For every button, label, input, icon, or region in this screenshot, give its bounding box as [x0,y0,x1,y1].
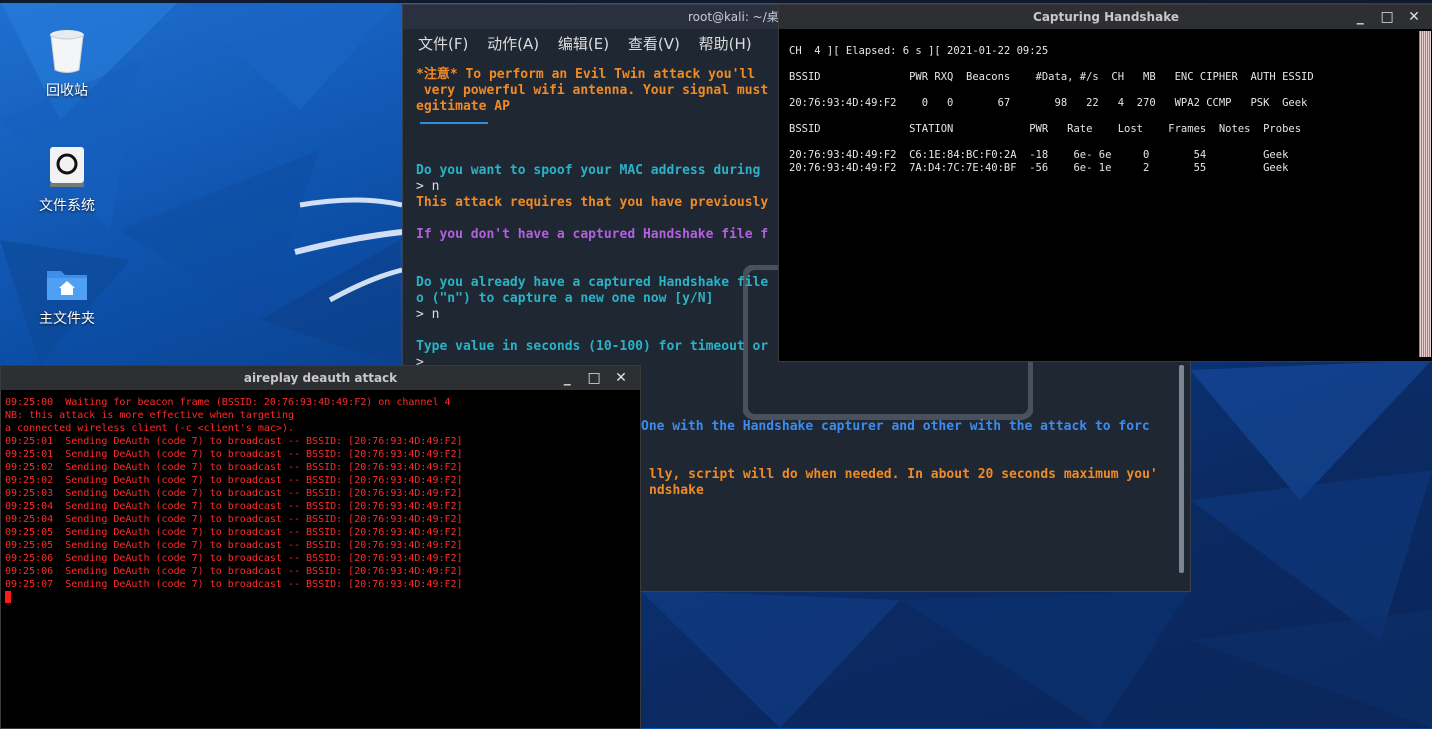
terminal-line: very powerful wifi antenna. Your signal … [416,83,769,98]
close-button[interactable]: ✕ [1403,5,1425,29]
menu-file[interactable]: 文件(F) [418,35,468,53]
desktop-icon-home[interactable]: 主文件夹 [12,266,122,328]
terminal-line: lly, script will do when needed. In abou… [649,467,1158,482]
capture-handshake-window[interactable]: Capturing Handshake _ □ ✕ CH 4 ][ Elapse… [778,4,1432,362]
log-line: 09:25:01 Sending DeAuth (code 7) to broa… [5,449,463,460]
log-line: 09:25:03 Sending DeAuth (code 7) to broa… [5,488,463,499]
terminal-line: Type value in seconds (10-100) for timeo… [416,339,769,354]
log-line: 09:25:06 Sending DeAuth (code 7) to broa… [5,566,463,577]
log-line: 09:25:04 Sending DeAuth (code 7) to broa… [5,514,463,525]
separator-line [420,122,488,124]
desktop-icon-label: 主文件夹 [39,311,95,327]
terminal-line: Do you already have a captured Handshake… [416,275,769,290]
terminal-line: o ("n") to capture a new one now [y/N] [416,291,714,306]
status-line: CH 4 ][ Elapsed: 6 s ][ 2021-01-22 09:25 [789,45,1049,57]
drive-icon [50,147,84,187]
log-line: 09:25:02 Sending DeAuth (code 7) to broa… [5,462,463,473]
log-line: 09:25:06 Sending DeAuth (code 7) to broa… [5,553,463,564]
log-line: 09:25:05 Sending DeAuth (code 7) to broa… [5,540,463,551]
log-line: 09:25:01 Sending DeAuth (code 7) to broa… [5,436,463,447]
desktop-icon-trash[interactable]: 回收站 [12,28,122,100]
station-table-row: 20:76:93:4D:49:F2 7A:D4:7C:7E:40:BF -56 … [789,162,1289,174]
window-title: root@kali: ~/桌面 [688,10,791,24]
station-table-header: BSSID STATION PWR Rate Lost Frames Notes… [789,123,1302,135]
desktop-icon-label: 文件系统 [39,198,95,214]
log-line: NB: this attack is more effective when t… [5,410,294,421]
log-line: 09:25:04 Sending DeAuth (code 7) to broa… [5,501,463,512]
log-line: 09:25:05 Sending DeAuth (code 7) to broa… [5,527,463,538]
terminal-scrollbar[interactable] [1179,365,1184,573]
terminal-line: > n [416,307,440,322]
aireplay-window[interactable]: aireplay deauth attack _ □ ✕ 09:25:00 Wa… [0,365,641,729]
terminal-line: This attack requires that you have previ… [416,195,769,210]
terminal-line: ndshake [649,483,704,498]
aireplay-output[interactable]: 09:25:00 Waiting for beacon frame (BSSID… [5,396,463,607]
menu-edit[interactable]: 编辑(E) [558,35,609,53]
home-folder-icon [47,271,87,300]
menu-actions[interactable]: 动作(A) [487,35,539,53]
log-line: 09:25:02 Sending DeAuth (code 7) to broa… [5,475,463,486]
aireplay-window-titlebar[interactable]: aireplay deauth attack _ □ ✕ [1,366,640,390]
menu-help[interactable]: 帮助(H) [699,35,752,53]
station-table-row: 20:76:93:4D:49:F2 C6:1E:84:BC:F0:2A -18 … [789,149,1289,161]
minimize-button[interactable]: _ [556,366,578,390]
terminal-line: egitimate AP [416,99,510,114]
top-panel-strip [0,0,1432,3]
airodump-output[interactable]: CH 4 ][ Elapsed: 6 s ][ 2021-01-22 09:25… [789,45,1314,175]
desktop-icon-filesystem[interactable]: 文件系统 [12,145,122,215]
capture-window-titlebar[interactable]: Capturing Handshake _ □ ✕ [779,5,1432,29]
terminal-line: Do you want to spoof your MAC address du… [416,163,761,178]
log-line: a connected wireless client (-c <client'… [5,423,294,434]
text-cursor [5,591,11,603]
minimize-button[interactable]: _ [1349,5,1371,29]
terminal-line: *注意* To perform an Evil Twin attack you'… [416,67,756,82]
window-title: aireplay deauth attack [243,371,398,385]
log-line: 09:25:00 Waiting for beacon frame (BSSID… [5,397,451,408]
capture-scrollbar[interactable] [1419,31,1431,357]
trash-icon [50,30,84,73]
log-line: 09:25:07 Sending DeAuth (code 7) to broa… [5,579,463,590]
maximize-button[interactable]: □ [1376,5,1398,29]
ap-table-row: 20:76:93:4D:49:F2 0 0 67 98 22 4 270 WPA… [789,97,1308,109]
ap-table-header: BSSID PWR RXQ Beacons #Data, #/s CH MB E… [789,71,1314,83]
terminal-line: One with the Handshake capturer and othe… [641,419,1150,434]
terminal-line: > n [416,179,440,194]
window-title: Capturing Handshake [1033,10,1179,24]
terminal-line: If you don't have a captured Handshake f… [416,227,769,242]
maximize-button[interactable]: □ [583,366,605,390]
desktop-icon-label: 回收站 [46,83,88,99]
close-button[interactable]: ✕ [610,366,632,390]
menu-view[interactable]: 查看(V) [628,35,680,53]
